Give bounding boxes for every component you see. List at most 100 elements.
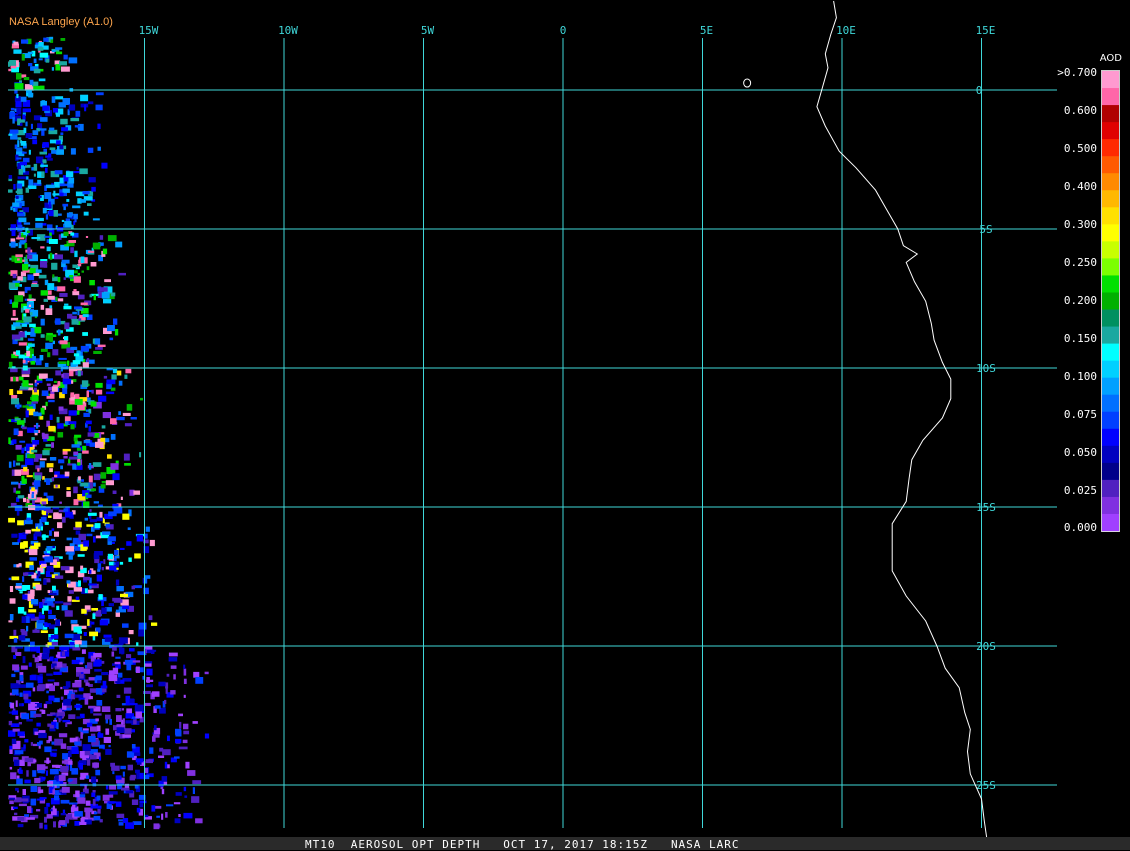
aod-pixel — [21, 232, 24, 235]
aod-pixel — [93, 473, 101, 481]
aod-pixel — [23, 222, 31, 225]
aod-pixel — [10, 240, 16, 248]
aod-pixel — [80, 256, 85, 263]
aod-pixel — [63, 456, 68, 459]
aod-pixel — [109, 785, 117, 790]
aod-pixel — [54, 575, 64, 579]
aod-pixel — [98, 287, 108, 292]
aod-pixel — [129, 698, 135, 704]
aod-pixel — [46, 598, 55, 602]
aod-pixel — [58, 459, 65, 464]
aod-pixel — [41, 391, 45, 394]
aod-pixel — [69, 370, 74, 377]
colorbar-swatch — [1102, 377, 1119, 396]
lon-label-0: 0 — [560, 24, 567, 37]
aod-pixel — [139, 452, 142, 458]
aod-pixel — [60, 566, 70, 571]
aod-pixel — [122, 818, 129, 823]
aod-pixel — [98, 395, 107, 402]
aod-pixel — [39, 52, 49, 58]
aod-pixel — [87, 736, 96, 743]
aod-pixel — [27, 298, 36, 301]
aod-pixel — [70, 118, 80, 122]
aod-pixel — [12, 728, 20, 732]
aod-pixel — [44, 521, 49, 525]
aod-pixel — [45, 308, 53, 315]
aod-pixel — [22, 108, 31, 113]
aod-pixel — [91, 389, 94, 394]
aod-pixel — [75, 110, 81, 117]
aod-pixel — [25, 133, 33, 138]
aod-pixel — [80, 697, 86, 700]
aod-pixel — [24, 814, 29, 817]
aod-pixel — [83, 412, 90, 417]
aod-pixel — [59, 61, 67, 66]
aod-pixel — [66, 746, 72, 750]
aod-pixel — [11, 576, 20, 581]
aod-pixel — [8, 517, 15, 523]
aod-pixel — [12, 273, 17, 279]
aod-pixel — [112, 473, 120, 481]
aod-pixel — [47, 290, 52, 295]
aod-pixel — [37, 665, 47, 673]
aod-pixel — [111, 374, 117, 380]
aod-pixel — [39, 415, 43, 420]
aod-pixel — [96, 574, 102, 582]
colorbar-tick-label: 0.250 — [1063, 256, 1097, 269]
aod-pixel — [164, 699, 167, 704]
aod-pixel — [13, 806, 18, 809]
colorbar-swatch — [1102, 394, 1119, 413]
aod-pixel — [67, 360, 70, 366]
aod-pixel — [55, 296, 58, 302]
aod-pixel — [25, 410, 29, 418]
colorbar-tick-label: >0.700 — [1057, 66, 1097, 79]
lat-label-5S: 5S — [979, 223, 992, 236]
aod-pixel — [27, 274, 35, 281]
lon-label-10E: 10E — [836, 24, 856, 37]
aod-pixel — [62, 663, 67, 668]
aod-pixel — [73, 276, 81, 283]
aod-pixel — [54, 196, 59, 199]
aod-pixel — [42, 476, 45, 480]
aod-pixel — [13, 655, 17, 659]
aod-pixel — [127, 527, 131, 530]
aod-pixel — [45, 770, 48, 776]
aod-pixel — [154, 805, 162, 809]
aod-pixel — [44, 824, 48, 830]
aod-pixel — [120, 547, 125, 550]
aod-pixel — [33, 586, 36, 589]
aod-pixel — [17, 213, 25, 217]
aod-pixel — [63, 602, 72, 606]
aod-pixel — [60, 743, 67, 749]
aod-pixel — [45, 401, 48, 407]
lon-label-5W: 5W — [421, 24, 435, 37]
aod-pixel — [8, 175, 13, 179]
aod-pixel — [122, 718, 125, 724]
aod-pixel — [130, 774, 136, 779]
aod-pixel — [12, 542, 19, 545]
aod-pixel — [62, 203, 69, 207]
aod-pixel — [68, 421, 77, 425]
aod-pixel — [56, 286, 66, 292]
aod-pixel — [61, 605, 68, 611]
aod-pixel — [53, 210, 58, 217]
aod-pixel — [9, 598, 16, 604]
aod-pixel — [134, 704, 144, 712]
aod-pixel — [28, 385, 34, 388]
aod-pixel — [64, 471, 70, 477]
aod-pixel — [51, 96, 56, 103]
aod-pixel — [103, 375, 108, 379]
aod-pixel — [54, 96, 64, 100]
aod-pixel — [87, 432, 95, 437]
aod-pixel — [16, 510, 20, 516]
aod-pixel — [139, 773, 144, 779]
aod-pixel — [122, 623, 129, 628]
aod-pixel — [67, 596, 72, 602]
aod-pixel — [26, 616, 30, 623]
aod-pixel — [23, 572, 29, 576]
aod-pixel — [78, 687, 84, 692]
aod-pixel — [121, 787, 130, 791]
aod-pixel — [116, 694, 121, 698]
aod-pixel — [36, 722, 41, 727]
aod-pixel — [19, 674, 24, 682]
